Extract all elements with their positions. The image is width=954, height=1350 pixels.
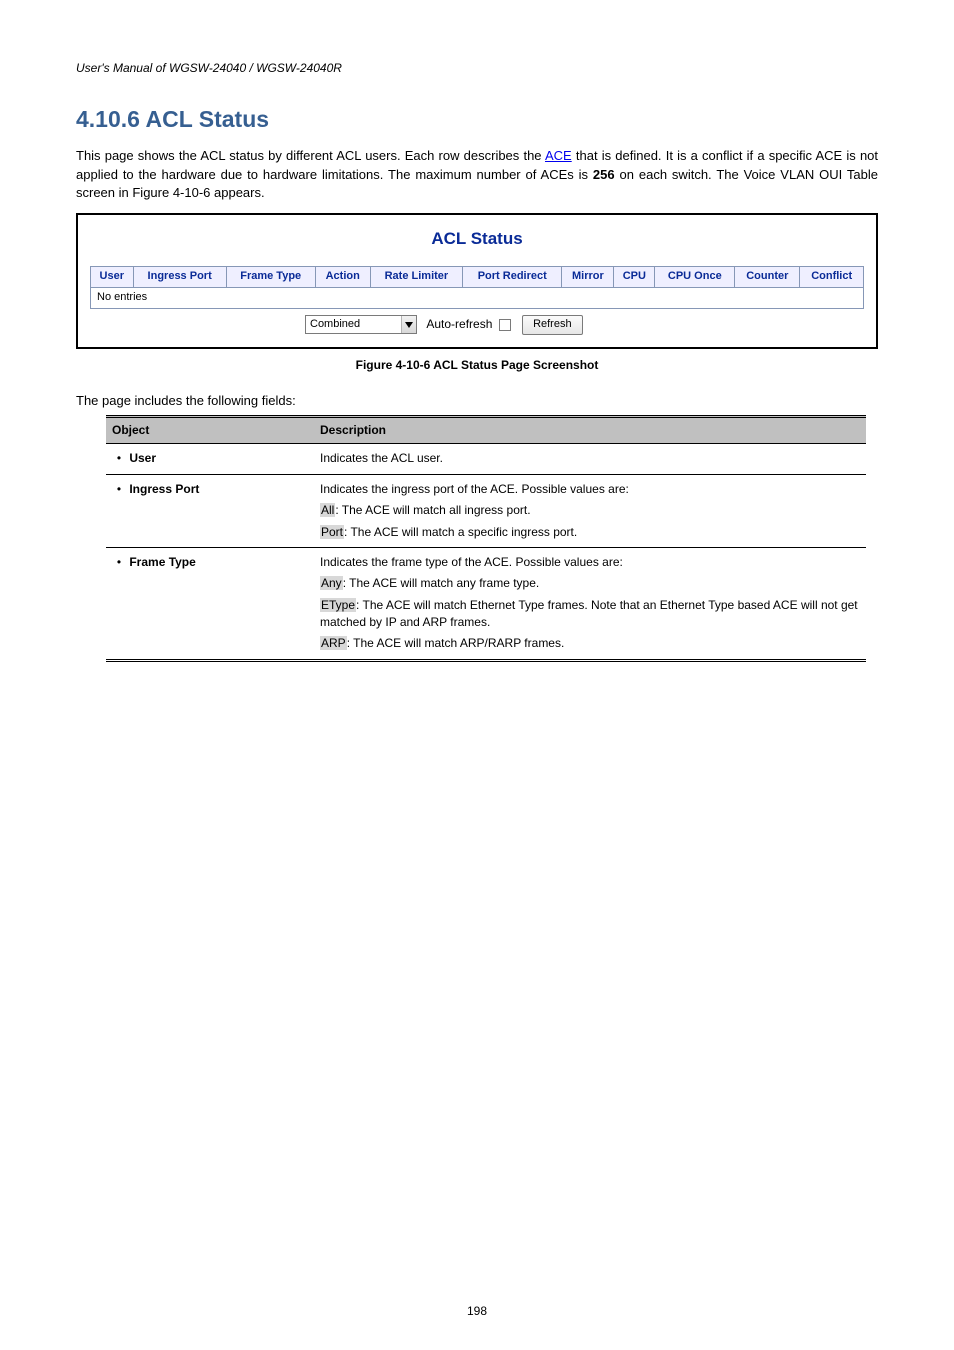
desc-item: EType: The ACE will match Ethernet Type … [320,597,860,632]
bullet-icon: • [112,450,126,467]
fields-row-frame-type: • Frame Type Indicates the frame type of… [106,547,866,660]
fields-col-description: Description [314,416,866,443]
acl-table-no-entries: No entries [91,287,864,308]
col-rate-limiter: Rate Limiter [370,266,462,287]
acl-status-title: ACL Status [90,227,864,252]
section-title: ACL Status [146,106,270,132]
field-desc-user: Indicates the ACL user. [314,444,866,474]
highlight-all: All [320,503,335,517]
col-action: Action [315,266,370,287]
desc-item-rest: : The ACE will match all ingress port. [335,503,530,517]
desc-item-rest: : The ACE will match a specific ingress … [344,525,577,539]
acl-table-no-entries-row: No entries [91,287,864,308]
col-cpu: CPU [614,266,655,287]
combined-select-value: Combined [310,317,401,333]
desc-item: ARP: The ACE will match ARP/RARP frames. [320,635,860,652]
ace-link[interactable]: ACE [545,148,572,163]
desc-intro: Indicates the ingress port of the ACE. P… [320,481,860,498]
desc-item-rest: : The ACE will match ARP/RARP frames. [347,636,565,650]
field-object-frame-type: Frame Type [129,555,195,569]
desc-item: Any: The ACE will match any frame type. [320,575,860,592]
fields-col-object: Object [106,416,314,443]
col-ingress-port: Ingress Port [133,266,226,287]
desc-item: All: The ACE will match all ingress port… [320,502,860,519]
page-number: 198 [0,1303,954,1320]
col-mirror: Mirror [562,266,614,287]
highlight-arp: ARP [320,636,347,650]
field-desc-frame-type: Indicates the frame type of the ACE. Pos… [314,547,866,660]
auto-refresh-checkbox[interactable] [499,319,511,331]
desc-item-rest: : The ACE will match any frame type. [343,576,540,590]
acl-controls: Combined Auto-refresh Refresh [90,315,864,335]
desc-intro: Indicates the frame type of the ACE. Pos… [320,554,860,571]
acl-status-panel: ACL Status User Ingress Port Frame Type … [76,213,878,348]
fields-row-user: • User Indicates the ACL user. [106,444,866,474]
auto-refresh-label: Auto-refresh [426,317,492,331]
col-counter: Counter [735,266,800,287]
desc-item: Port: The ACE will match a specific ingr… [320,524,860,541]
figure-caption: Figure 4-10-6 ACL Status Page Screenshot [76,357,878,374]
bullet-icon: • [112,481,126,498]
fields-lead-in: The page includes the following fields: [76,392,878,411]
field-desc-ingress-port: Indicates the ingress port of the ACE. P… [314,474,866,547]
fields-table: Object Description • User Indicates the … [106,415,866,662]
section-heading: 4.10.6 ACL Status [76,103,878,136]
highlight-any: Any [320,576,343,590]
col-conflict: Conflict [800,266,864,287]
acl-status-table: User Ingress Port Frame Type Action Rate… [90,266,864,309]
manual-name: User's Manual of WGSW-24040 / WGSW-24040… [76,60,878,77]
fields-row-ingress-port: • Ingress Port Indicates the ingress por… [106,474,866,547]
field-object-ingress-port: Ingress Port [129,482,199,496]
highlight-etype: EType [320,598,356,612]
refresh-button[interactable]: Refresh [522,315,583,335]
col-cpu-once: CPU Once [655,266,735,287]
col-port-redirect: Port Redirect [463,266,562,287]
chevron-down-icon [401,316,416,333]
fields-table-header: Object Description [106,416,866,443]
field-object-user: User [129,451,156,465]
acl-table-header-row: User Ingress Port Frame Type Action Rate… [91,266,864,287]
desc-item-rest: : The ACE will match Ethernet Type frame… [320,598,858,629]
bullet-icon: • [112,554,126,571]
col-frame-type: Frame Type [226,266,315,287]
highlight-port: Port [320,525,344,539]
intro-paragraph: This page shows the ACL status by differ… [76,147,878,204]
col-user: User [91,266,134,287]
section-number: 4.10.6 [76,106,140,132]
combined-select[interactable]: Combined [305,315,417,334]
